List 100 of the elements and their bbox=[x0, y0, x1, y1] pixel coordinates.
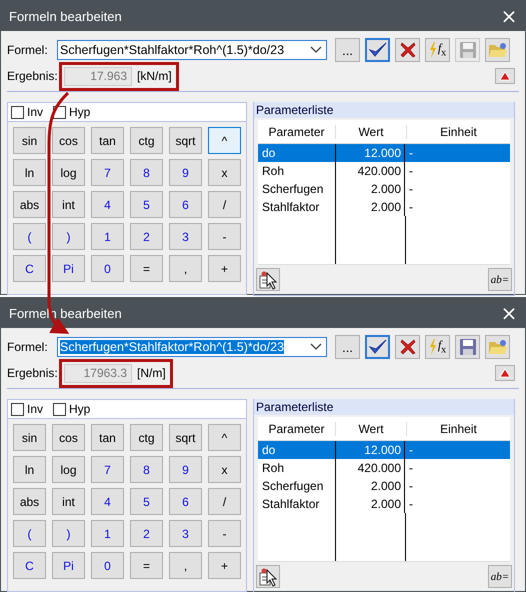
checkbox[interactable] bbox=[53, 402, 66, 416]
ellipsis-button[interactable]: ... bbox=[335, 335, 360, 359]
table-cell-text: Roh bbox=[261, 163, 286, 180]
calculator-key[interactable]: , bbox=[169, 255, 202, 282]
calculator-key[interactable]: ^ bbox=[208, 424, 241, 451]
calculator-key[interactable]: 8 bbox=[130, 159, 163, 186]
triangle-icon bbox=[499, 71, 511, 81]
calculator-key[interactable]: C bbox=[13, 255, 46, 282]
table-row[interactable]: do 12.000 - bbox=[258, 441, 510, 459]
chevron-icon bbox=[310, 46, 322, 54]
calculator-key[interactable]: 0 bbox=[91, 255, 124, 282]
calculator-key[interactable]: ^ bbox=[208, 127, 241, 154]
calculator-key[interactable]: 7 bbox=[91, 159, 124, 186]
calculator-key[interactable]: Pi bbox=[52, 552, 85, 579]
table-row[interactable]: Stahlfaktor 2.000 - bbox=[258, 495, 510, 513]
table-cell: 420.000 bbox=[335, 162, 405, 180]
cancel-button[interactable] bbox=[395, 335, 420, 359]
close-button[interactable]: × bbox=[493, 298, 525, 328]
calculator-key[interactable]: 2 bbox=[130, 223, 163, 250]
calculator-key[interactable]: 9 bbox=[169, 159, 202, 186]
calculator-key[interactable]: int bbox=[52, 191, 85, 218]
calculator-key[interactable]: abs bbox=[13, 191, 46, 218]
checkbox[interactable] bbox=[11, 402, 24, 416]
formula-combo[interactable]: Scherfugen*Stahlfaktor*Roh^(1.5)*do/23 bbox=[57, 40, 327, 60]
calculator-key[interactable]: 6 bbox=[169, 488, 202, 515]
pick-button[interactable] bbox=[256, 268, 280, 291]
calculator-key[interactable]: 7 bbox=[91, 456, 124, 483]
calculator-key[interactable]: C bbox=[13, 552, 46, 579]
calculator-key[interactable]: 4 bbox=[91, 191, 124, 218]
insert-button[interactable]: ab= bbox=[488, 565, 512, 588]
calculator-key[interactable]: sqrt bbox=[169, 424, 202, 451]
calculator-key[interactable]: tan bbox=[91, 127, 124, 154]
table-row[interactable]: do 12.000 - bbox=[258, 144, 510, 162]
calculator-key[interactable]: / bbox=[208, 488, 241, 515]
calculator-key[interactable]: 3 bbox=[169, 223, 202, 250]
calculator-key[interactable]: - bbox=[208, 223, 241, 250]
table-row[interactable]: Scherfugen 2.000 - bbox=[258, 180, 510, 198]
calculator-key[interactable]: - bbox=[208, 520, 241, 547]
calculator-key[interactable]: = bbox=[130, 552, 163, 579]
function-button[interactable]: f$_{x}$ bbox=[425, 335, 450, 359]
table-row[interactable]: Roh 420.000 - bbox=[258, 459, 510, 477]
calculator-key[interactable]: 5 bbox=[130, 488, 163, 515]
open-button[interactable] bbox=[485, 335, 510, 359]
calculator-key[interactable]: int bbox=[52, 488, 85, 515]
calculator-key[interactable]: 3 bbox=[169, 520, 202, 547]
confirm-button[interactable] bbox=[365, 335, 390, 359]
calculator-key[interactable]: 9 bbox=[169, 456, 202, 483]
formula-label: Formel: bbox=[7, 340, 49, 354]
collapse-button[interactable] bbox=[495, 68, 515, 84]
calculator-key[interactable]: x bbox=[208, 456, 241, 483]
calculator-key[interactable]: ln bbox=[13, 456, 46, 483]
calculator-key[interactable]: ctg bbox=[130, 127, 163, 154]
calculator-key[interactable]: log bbox=[52, 159, 85, 186]
table-row[interactable]: Scherfugen 2.000 - bbox=[258, 477, 510, 495]
table-row[interactable]: Roh 420.000 - bbox=[258, 162, 510, 180]
calculator-key[interactable]: log bbox=[52, 456, 85, 483]
calculator-key[interactable]: ) bbox=[52, 223, 85, 250]
calculator-key[interactable]: 0 bbox=[91, 552, 124, 579]
table-row[interactable]: Stahlfaktor 2.000 - bbox=[258, 198, 510, 216]
confirm-button[interactable] bbox=[365, 38, 390, 62]
open-button[interactable] bbox=[485, 38, 510, 62]
calculator-key[interactable]: 8 bbox=[130, 456, 163, 483]
calculator-key[interactable]: ( bbox=[13, 520, 46, 547]
pick-button[interactable] bbox=[256, 565, 280, 588]
calculator-key[interactable]: 1 bbox=[91, 223, 124, 250]
calculator-key[interactable]: tan bbox=[91, 424, 124, 451]
ellipsis-button[interactable]: ... bbox=[335, 38, 360, 62]
save-button[interactable] bbox=[455, 335, 480, 359]
calculator-key[interactable]: / bbox=[208, 191, 241, 218]
checkbox[interactable] bbox=[11, 106, 24, 118]
calculator-key[interactable]: ) bbox=[52, 520, 85, 547]
formula-combo[interactable]: Scherfugen*Stahlfaktor*Roh^(1.5)*do/23 bbox=[57, 337, 327, 357]
calculator-key[interactable]: 4 bbox=[91, 488, 124, 515]
calculator-key[interactable]: x bbox=[208, 159, 241, 186]
calculator-key[interactable]: sin bbox=[13, 424, 46, 451]
function-button[interactable]: f$_{x}$ bbox=[425, 38, 450, 62]
calculator-key[interactable]: sqrt bbox=[169, 127, 202, 154]
calculator-key[interactable]: 5 bbox=[130, 191, 163, 218]
calculator-key[interactable]: + bbox=[208, 255, 241, 282]
calculator-key[interactable]: Pi bbox=[52, 255, 85, 282]
close-button[interactable]: × bbox=[493, 1, 525, 31]
calculator-key[interactable]: 1 bbox=[91, 520, 124, 547]
calculator-key[interactable]: sin bbox=[13, 127, 46, 154]
calculator-key[interactable]: + bbox=[208, 552, 241, 579]
calculator-key[interactable]: ln bbox=[13, 159, 46, 186]
cursor-icon bbox=[258, 270, 278, 290]
calculator-key[interactable]: cos bbox=[52, 424, 85, 451]
calculator-key[interactable]: , bbox=[169, 552, 202, 579]
calculator-key[interactable]: ctg bbox=[130, 424, 163, 451]
calculator-key[interactable]: 6 bbox=[169, 191, 202, 218]
calculator-key[interactable]: abs bbox=[13, 488, 46, 515]
calculator-key[interactable]: ( bbox=[13, 223, 46, 250]
insert-button[interactable]: ab= bbox=[488, 268, 512, 291]
table-cell-text: - bbox=[408, 181, 414, 198]
table-cell-text: Scherfugen bbox=[261, 181, 324, 198]
calculator-key[interactable]: cos bbox=[52, 127, 85, 154]
cancel-button[interactable] bbox=[395, 38, 420, 62]
calculator-key[interactable]: 2 bbox=[130, 520, 163, 547]
calculator-key[interactable]: = bbox=[130, 255, 163, 282]
collapse-button[interactable] bbox=[495, 365, 515, 381]
